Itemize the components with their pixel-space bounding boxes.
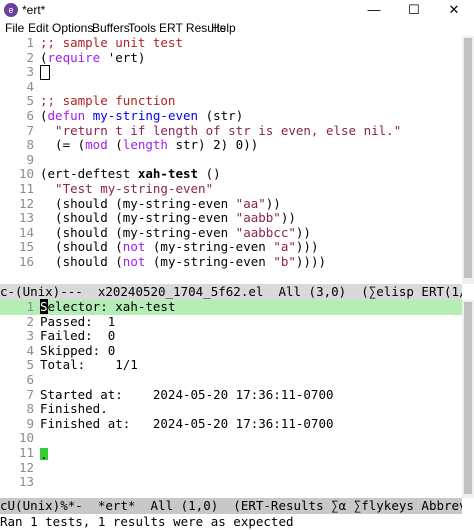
- code-line: 15 (should (not (my-string-even "a"))): [18, 239, 319, 255]
- result-line: 8 Finished.: [26, 401, 108, 417]
- editor-pane[interactable]: 1;; sample unit test 2 (require 'ert) 3 4…: [0, 35, 462, 284]
- menu-options[interactable]: Options: [52, 21, 93, 35]
- code-line: 4: [26, 78, 34, 94]
- code-line: 13 (should (my-string-even "aabb")): [18, 210, 296, 226]
- code-line: 9: [26, 151, 34, 167]
- result-line: 9 Finished at: 2024-05-20 17:36:11-0700: [26, 415, 334, 431]
- results-scrollbar[interactable]: [462, 300, 474, 498]
- code-line: 3: [0, 65, 462, 81]
- maximize-button[interactable]: ☐: [394, 0, 434, 20]
- editor-scrollbar[interactable]: [462, 36, 474, 284]
- result-line: 2 Passed: 1: [26, 313, 116, 329]
- results-scroll-thumb[interactable]: [464, 302, 472, 494]
- test-result-mark[interactable]: .: [40, 447, 48, 462]
- title-bar: e *ert* — ☐ ✕: [0, 0, 474, 20]
- minimize-button[interactable]: —: [354, 0, 394, 20]
- result-line: 7 Started at: 2024-05-20 17:36:11-0700: [26, 386, 334, 402]
- result-line: 10: [18, 430, 34, 446]
- menu-buffers[interactable]: Buffers: [92, 21, 130, 35]
- result-line: 11.: [18, 445, 48, 462]
- code-line: 2 (require 'ert): [26, 49, 146, 65]
- menu-edit[interactable]: Edit: [28, 21, 49, 35]
- ert-results-pane[interactable]: 1 Selector: xah-test 2 Passed: 1 3 Failed: …: [0, 299, 462, 498]
- result-line-selector: 1 Selector: xah-test: [0, 299, 462, 315]
- results-modeline[interactable]: cU(Unix)%*- *ert* All (1,0) (ERT-Results…: [0, 498, 462, 514]
- editor-scroll-thumb[interactable]: [464, 38, 472, 278]
- result-line: 4 Skipped: 0: [26, 342, 116, 358]
- menu-tools[interactable]: Tools: [128, 21, 156, 35]
- code-line: 11 "Test my-string-even": [18, 181, 214, 196]
- code-line: 7 "return t if length of str is even, el…: [26, 122, 402, 138]
- text-cursor: [40, 65, 50, 81]
- menu-help[interactable]: Help: [211, 21, 236, 35]
- result-line: 5 Total: 1/1: [26, 357, 138, 373]
- menu-file[interactable]: File: [5, 21, 24, 35]
- code-line: 6 (defun my-string-even (str): [26, 108, 244, 123]
- code-line: 14 (should (my-string-even "aabbcc")): [18, 224, 311, 240]
- code-line: 10 (ert-deftest xah-test (): [18, 166, 221, 182]
- result-line: 12: [18, 459, 34, 475]
- code-line: 8 (= (mod (length str) 2) 0)): [26, 137, 259, 153]
- result-line: 6: [26, 372, 34, 387]
- code-line: 16 (should (not (my-string-even "b")))): [18, 254, 326, 269]
- close-button[interactable]: ✕: [434, 0, 474, 20]
- code-line: 5;; sample function: [26, 93, 176, 109]
- minibuffer-message: Ran 1 tests, 1 results were as expected: [0, 514, 294, 529]
- menu-bar: File Edit Options Buffers Tools ERT Resu…: [0, 20, 474, 36]
- code-line: 12 (should (my-string-even "aa")): [18, 195, 281, 211]
- emacs-icon: e: [4, 3, 18, 17]
- code-line: 1;; sample unit test: [26, 35, 183, 50]
- result-line: 13: [18, 474, 34, 490]
- window-title: *ert*: [22, 3, 46, 17]
- editor-modeline[interactable]: c-(Unix)--- x20240520_1704_5f62.el All (…: [0, 284, 462, 300]
- result-line: 3 Failed: 0: [26, 328, 116, 344]
